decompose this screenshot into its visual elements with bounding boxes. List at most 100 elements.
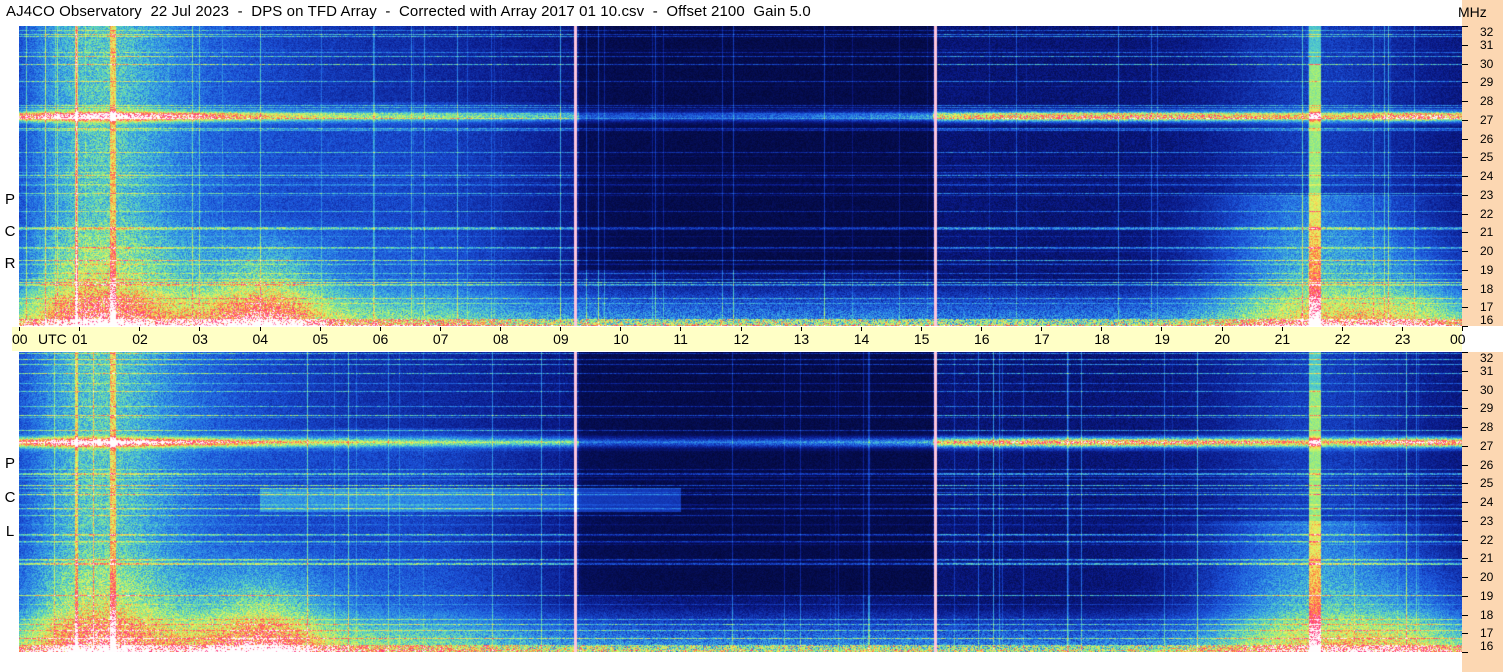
rcp-spectrogram (19, 26, 1462, 326)
utc-unit-label: UTC (38, 331, 67, 347)
mhz-unit-label: MHz (1458, 4, 1487, 20)
utc-tick-label: 21 (1274, 331, 1291, 347)
utc-tick-label: 00 (1450, 331, 1466, 347)
frequency-tick-label: 25 (1480, 476, 1494, 491)
frequency-tick-mark (1462, 558, 1468, 560)
lcp-spectrogram (19, 352, 1462, 652)
frequency-axis-corner (1462, 652, 1503, 672)
frequency-tick-mark (1462, 427, 1468, 428)
polarization-letter: P (4, 191, 15, 208)
frequency-tick-label: 22 (1480, 532, 1494, 547)
utc-tick-label: 08 (493, 331, 509, 347)
frequency-tick-mark (1462, 633, 1468, 635)
utc-tick-label: 06 (372, 331, 389, 347)
utc-tick-label: 17 (1034, 331, 1050, 347)
utc-tick-label: 23 (1394, 331, 1411, 347)
utc-tick-label: 13 (793, 331, 810, 347)
frequency-tick-mark (1462, 232, 1468, 234)
frequency-tick-label: 16 (1480, 639, 1494, 653)
frequency-tick-label: 22 (1480, 206, 1494, 221)
utc-tick-label: 05 (312, 331, 329, 347)
frequency-tick-mark (1462, 445, 1468, 447)
utc-tick-label: 09 (553, 331, 569, 347)
utc-tick-label: 11 (673, 331, 688, 347)
frequency-tick-mark (1462, 251, 1468, 252)
polarization-letter: R (4, 255, 16, 272)
frequency-tick-mark (1462, 82, 1468, 84)
utc-tick-label: 20 (1214, 331, 1231, 347)
frequency-tick-mark (1462, 157, 1468, 159)
lcp-spectrogram-canvas (19, 352, 1462, 652)
frequency-tick-mark (1462, 539, 1468, 541)
utc-tick-label: 10 (613, 331, 629, 347)
utc-tick-label: 04 (252, 331, 269, 347)
polarization-letter: L (5, 523, 15, 540)
frequency-tick-mark (1462, 614, 1468, 616)
rcp-spectrogram-canvas (19, 26, 1462, 326)
utc-tick-label: 15 (913, 331, 930, 347)
frequency-tick-mark (1462, 101, 1468, 102)
frequency-tick-mark (1462, 269, 1468, 271)
frequency-tick-mark (1462, 194, 1468, 196)
frequency-tick-label: 29 (1480, 401, 1494, 416)
frequency-tick-label: 30 (1480, 382, 1494, 397)
utc-tick-label: 00 (12, 331, 28, 347)
frequency-tick-label: 29 (1480, 75, 1494, 90)
frequency-tick-mark (1462, 307, 1468, 309)
utc-time-axis: UTC 00 01 02 03 04 05 06 07 08 09 10 11 12 13 14 15 16 17… (12, 327, 1466, 351)
frequency-tick-label: 23 (1480, 187, 1494, 202)
frequency-tick-label: 20 (1480, 570, 1494, 584)
frequency-tick-mark (1462, 577, 1468, 578)
frequency-tick-label: 32 (1480, 351, 1494, 365)
utc-tick-label: 02 (132, 331, 148, 347)
frequency-tick-mark (1462, 26, 1468, 27)
utc-tick-label: 22 (1334, 331, 1351, 347)
frequency-tick-label: 27 (1480, 438, 1494, 453)
frequency-tick-mark (1462, 176, 1468, 177)
frequency-tick-label: 27 (1480, 112, 1494, 127)
polarization-letter: C (4, 489, 16, 506)
frequency-tick-label: 28 (1480, 94, 1494, 108)
frequency-tick-mark (1462, 520, 1468, 522)
frequency-tick-label: 21 (1480, 551, 1494, 566)
frequency-tick-label: 18 (1480, 607, 1494, 622)
frequency-tick-mark (1462, 408, 1468, 410)
utc-tick-label: 18 (1094, 331, 1110, 347)
frequency-tick-label: 16 (1480, 313, 1494, 327)
frequency-tick-label: 17 (1480, 300, 1494, 315)
frequency-tick-label: 19 (1480, 262, 1494, 277)
frequency-tick-mark (1462, 44, 1468, 46)
utc-tick-label: 12 (733, 331, 750, 347)
frequency-tick-mark (1462, 138, 1468, 140)
rcp-frequency-axis: 16 17 18 19 20 21 22 23 24 25 26 27 28 29 30 31 32 (1462, 25, 1503, 327)
frequency-tick-mark (1462, 595, 1468, 597)
frequency-tick-mark (1462, 213, 1468, 215)
frequency-tick-label: 31 (1480, 37, 1494, 52)
frequency-tick-mark (1462, 370, 1468, 372)
utc-tick-label: 14 (853, 331, 870, 347)
frequency-tick-mark (1462, 389, 1468, 391)
utc-tick-label: 19 (1154, 331, 1170, 347)
frequency-tick-mark (1462, 288, 1468, 290)
utc-tick-label: 03 (192, 331, 208, 347)
frequency-tick-label: 28 (1480, 420, 1494, 434)
frequency-tick-mark (1462, 464, 1468, 466)
frequency-tick-mark (1462, 483, 1468, 485)
utc-tick-label: 16 (974, 331, 990, 347)
frequency-tick-label: 21 (1480, 225, 1494, 240)
lcp-frequency-axis: 16 17 18 19 20 21 22 23 24 25 26 27 28 29 30 31 32 (1462, 351, 1503, 653)
frequency-tick-mark (1462, 119, 1468, 121)
frequency-tick-label: 32 (1480, 25, 1494, 39)
utc-tick-label: 07 (432, 331, 449, 347)
frequency-tick-label: 26 (1480, 457, 1494, 472)
frequency-tick-label: 26 (1480, 131, 1494, 146)
frequency-tick-label: 30 (1480, 56, 1494, 71)
frequency-tick-label: 20 (1480, 244, 1494, 258)
frequency-tick-label: 17 (1480, 626, 1494, 641)
utc-tick-label: 01 (72, 331, 88, 347)
frequency-tick-label: 19 (1480, 588, 1494, 603)
chart-title: AJ4CO Observatory 22 Jul 2023 - DPS on T… (6, 3, 811, 20)
frequency-tick-label: 24 (1480, 169, 1494, 183)
frequency-tick-mark (1462, 63, 1468, 65)
frequency-tick-mark (1462, 652, 1468, 653)
